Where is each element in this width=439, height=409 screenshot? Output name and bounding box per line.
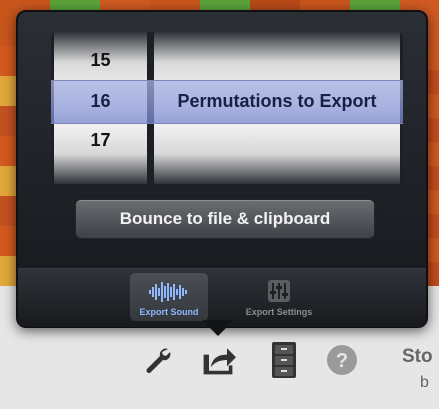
waveform-icon bbox=[149, 282, 187, 302]
file-cabinet-icon[interactable] bbox=[266, 340, 302, 380]
picker-row-17[interactable]: 17 bbox=[54, 130, 147, 151]
picker-row-15[interactable]: 15 bbox=[54, 50, 147, 71]
tab-export-sound[interactable]: Export Sound bbox=[130, 273, 208, 321]
picker-selection-bar[interactable]: 16 Permutations to Export bbox=[51, 80, 403, 124]
export-popover: 15 16 Permutations to Export 17 Bounce t… bbox=[16, 10, 428, 328]
tab-export-sound-label: Export Sound bbox=[139, 307, 199, 317]
share-icon[interactable] bbox=[200, 340, 236, 380]
popover-arrow bbox=[202, 320, 234, 336]
export-tab-bar: Export Sound Export Settings bbox=[18, 268, 426, 327]
permutation-picker[interactable]: 15 16 Permutations to Export 17 bbox=[51, 32, 403, 184]
svg-text:?: ? bbox=[336, 350, 348, 372]
tab-export-settings[interactable]: Export Settings bbox=[240, 273, 318, 321]
app-title: Sto bbox=[402, 346, 433, 367]
help-icon[interactable]: ? bbox=[324, 340, 360, 380]
app-subtitle: b bbox=[420, 374, 429, 391]
bounce-to-file-button[interactable]: Bounce to file & clipboard bbox=[75, 199, 375, 239]
picker-selected-number: 16 bbox=[90, 91, 111, 111]
sliders-icon bbox=[268, 280, 290, 302]
picker-selected-label: Permutations to Export bbox=[177, 91, 377, 111]
tab-export-settings-label: Export Settings bbox=[245, 307, 313, 317]
wrench-icon[interactable] bbox=[140, 340, 176, 380]
